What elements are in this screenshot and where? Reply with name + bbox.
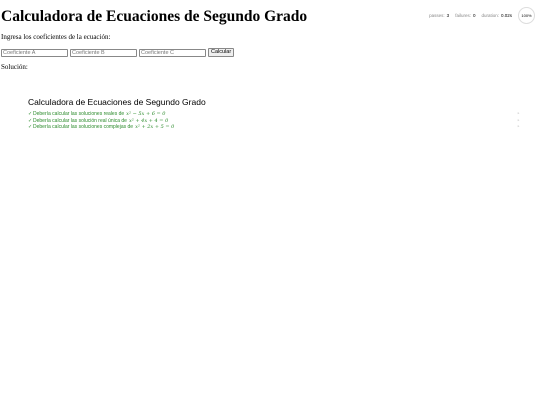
duration-value: 0.02s xyxy=(500,13,512,18)
duration-label: duration: xyxy=(481,13,499,18)
test-report: Calculadora de Ecuaciones de Segundo Gra… xyxy=(28,97,520,131)
passes-stat[interactable]: passes: 3 xyxy=(429,13,449,18)
test-equation: x² − 5x + 6 = 0 xyxy=(126,111,166,117)
solution-label: Solución: xyxy=(1,63,28,71)
progress-ring: 100% xyxy=(518,7,535,24)
suite-title[interactable]: Calculadora de Ecuaciones de Segundo Gra… xyxy=(28,97,520,107)
calculate-button[interactable]: Calcular xyxy=(208,48,235,57)
progress-value: 100% xyxy=(521,13,532,18)
replay-icon[interactable]: ‣ xyxy=(517,124,520,131)
test-title: Debería calcular las soluciones reales d… xyxy=(33,111,125,117)
coefficient-b-input[interactable] xyxy=(70,48,137,57)
coefficients-prompt: Ingresa los coeficientes de la ecuación: xyxy=(1,33,111,41)
check-icon: ✓ xyxy=(28,124,33,130)
test-equation: x² + 4x + 4 = 0 xyxy=(128,117,169,124)
failures-label: failures: xyxy=(455,13,471,18)
failures-stat[interactable]: failures: 0 xyxy=(455,13,475,18)
coefficient-c-input[interactable] xyxy=(139,48,206,57)
passes-label: passes: xyxy=(429,13,445,18)
failures-count: 0 xyxy=(472,13,476,18)
coefficient-a-input[interactable] xyxy=(1,48,68,57)
test-item[interactable]: ✓ Debería calcular las soluciones comple… xyxy=(28,124,520,131)
passes-count: 3 xyxy=(446,13,450,18)
test-title: Debería calcular las soluciones compleja… xyxy=(33,124,134,130)
test-title: Debería calcular las solución real única… xyxy=(33,117,127,124)
duration-stat: duration: 0.02s xyxy=(481,13,512,18)
coefficients-form: Calcular xyxy=(1,48,235,57)
test-stats: passes: 3 failures: 0 duration: 0.02s 100% xyxy=(423,7,535,24)
test-equation: x² + 2x + 5 = 0 xyxy=(135,124,175,130)
page-title: Calculadora de Ecuaciones de Segundo Gra… xyxy=(1,8,308,25)
